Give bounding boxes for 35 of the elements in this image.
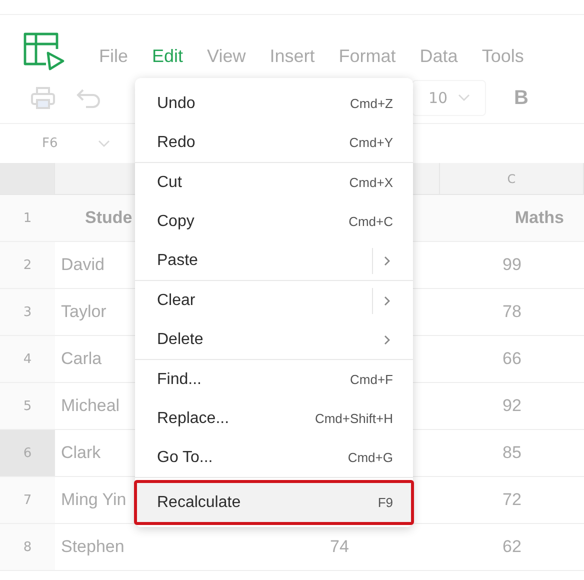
shortcut-text: Cmd+X (349, 175, 393, 190)
row-number: 7 (0, 477, 55, 524)
shortcut-text: Cmd+F (350, 372, 393, 387)
shortcut-text: Cmd+Shift+H (314, 411, 393, 426)
menu-item-label: Replace... (157, 410, 230, 428)
menu-item-label: Cut (157, 174, 182, 192)
menu-item-label: Undo (157, 94, 196, 112)
table-cell: Maths (440, 195, 584, 242)
menu-item[interactable]: Redo Cmd+Y (142, 123, 406, 162)
row-number: 8 (0, 524, 55, 571)
row-number: 2 (0, 242, 55, 289)
row-number: 6 (0, 430, 55, 477)
chevron-down-icon (458, 94, 470, 102)
shortcut-text: Cmd+C (348, 214, 393, 229)
menu-item-label: Paste (157, 252, 198, 270)
shortcut-text: F9 (378, 495, 393, 510)
select-all-corner[interactable] (0, 163, 55, 195)
menu-item[interactable]: Undo Cmd+Z (142, 84, 406, 123)
highlighted-menu-item[interactable]: Recalculate F9 (134, 480, 414, 525)
menu-item-label: Redo (157, 134, 196, 152)
menu-item-label: Recalculate (157, 494, 241, 512)
menu-item-label: Copy (157, 212, 194, 230)
shortcut-text: Cmd+G (348, 450, 393, 465)
shortcut-text: Cmd+Y (349, 135, 393, 150)
row-number: 1 (0, 195, 55, 242)
chevron-down-icon (98, 140, 110, 148)
row-number: 4 (0, 336, 55, 383)
menu-item-label: Clear (157, 292, 196, 310)
print-icon[interactable] (30, 86, 56, 110)
shortcut-text: Cmd+Z (350, 96, 393, 111)
row-number: 3 (0, 289, 55, 336)
undo-icon[interactable] (76, 88, 102, 108)
menu-item-label: Go To... (157, 448, 213, 466)
row-number: 5 (0, 383, 55, 430)
spreadsheet-logo-icon (22, 31, 66, 73)
